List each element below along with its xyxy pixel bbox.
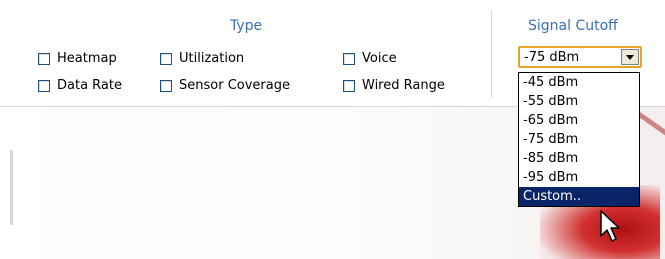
checkbox-label-data-rate: Data Rate	[57, 78, 122, 93]
checkbox-wired-range[interactable]: Wired Range	[343, 78, 445, 93]
signal-cutoff-select[interactable]: -75 dBm	[518, 46, 642, 68]
dropdown-option-custom[interactable]: Custom..	[519, 187, 639, 206]
checkbox-label-voice: Voice	[362, 51, 397, 66]
checkbox-label-utilization: Utilization	[179, 51, 245, 66]
checkbox-box-voice[interactable]	[343, 52, 355, 65]
checkbox-box-heatmap[interactable]	[38, 52, 50, 65]
dropdown-option[interactable]: -65 dBm	[519, 111, 639, 130]
checkbox-box-wired-range[interactable]	[343, 79, 355, 92]
arrow-pointer-icon	[600, 210, 622, 248]
checkbox-sensor-coverage[interactable]: Sensor Coverage	[160, 78, 290, 93]
checkbox-voice[interactable]: Voice	[343, 51, 397, 66]
dropdown-option[interactable]: -95 dBm	[519, 168, 639, 187]
type-section-title: Type	[230, 18, 263, 34]
checkbox-heatmap[interactable]: Heatmap	[38, 51, 117, 66]
checkbox-box-data-rate[interactable]	[38, 79, 50, 92]
checkbox-box-utilization[interactable]	[160, 52, 172, 65]
checkbox-data-rate[interactable]: Data Rate	[38, 78, 122, 93]
checkbox-utilization[interactable]: Utilization	[160, 51, 244, 66]
checkbox-label-wired-range: Wired Range	[362, 78, 445, 93]
dropdown-option[interactable]: -55 dBm	[519, 92, 639, 111]
signal-cutoff-dropdown: -45 dBm -55 dBm -65 dBm -75 dBm -85 dBm …	[518, 72, 640, 207]
signal-cutoff-value: -75 dBm	[524, 49, 580, 65]
checkbox-label-sensor-coverage: Sensor Coverage	[179, 78, 290, 93]
chevron-down-icon[interactable]	[621, 49, 639, 65]
checkbox-box-sensor-coverage[interactable]	[160, 79, 172, 92]
dropdown-option[interactable]: -45 dBm	[519, 73, 639, 92]
checkbox-label-heatmap: Heatmap	[57, 51, 117, 66]
dropdown-option[interactable]: -85 dBm	[519, 149, 639, 168]
section-divider	[491, 10, 492, 98]
dropdown-option[interactable]: -75 dBm	[519, 130, 639, 149]
map-wall-edge	[10, 150, 13, 225]
signal-cutoff-title: Signal Cutoff	[528, 18, 618, 34]
